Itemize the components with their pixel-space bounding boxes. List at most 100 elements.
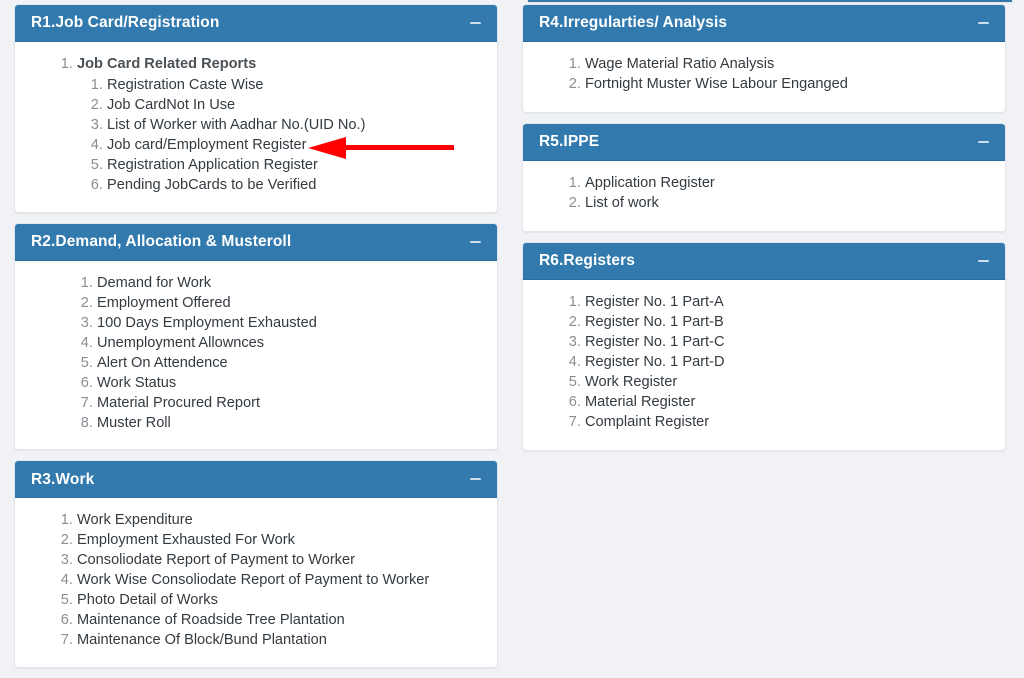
report-item-label: Work Register xyxy=(585,374,678,390)
panel-r2: R2.Demand, Allocation & Musteroll Demand … xyxy=(14,222,498,451)
report-list-item[interactable]: Register No. 1 Part-C xyxy=(585,332,991,352)
report-item-label: Work Expenditure xyxy=(77,512,193,529)
panel-body-r3: Work Expenditure Employment Exhausted For… xyxy=(15,498,497,667)
report-list-item[interactable]: Maintenance Of Block/Bund Plantation xyxy=(77,630,483,650)
report-item-label: Alert On Attendence xyxy=(97,354,228,371)
report-list-item[interactable]: Register No. 1 Part-B xyxy=(585,312,991,332)
panel-body-r5: Application Register List of work xyxy=(523,161,1005,231)
left-column: R1.Job Card/Registration Job Card Related… xyxy=(14,4,498,678)
right-column: R4.Irregularties/ Analysis Wage Material … xyxy=(522,4,1006,678)
minus-icon-bar xyxy=(977,22,989,24)
panel-r1: R1.Job Card/Registration Job Card Related… xyxy=(14,4,498,213)
minus-icon[interactable] xyxy=(467,234,483,250)
report-item-label: Muster Roll xyxy=(97,414,171,431)
report-item-label: Employment Offered xyxy=(97,294,231,311)
report-item-label: Material Procured Report xyxy=(97,394,261,411)
report-list-item[interactable]: List of work xyxy=(585,193,991,213)
minus-icon-bar xyxy=(977,260,989,262)
report-list-item[interactable]: Unemployment Allownces xyxy=(97,333,483,353)
panel-title: R3.Work xyxy=(31,470,95,488)
report-list-item[interactable]: Material Register xyxy=(585,392,991,412)
report-item-label: Work Status xyxy=(97,374,177,391)
panel-header-r4[interactable]: R4.Irregularties/ Analysis xyxy=(523,5,1005,42)
report-item-label: Complaint Register xyxy=(585,414,710,430)
report-list-item[interactable]: 100 Days Employment Exhausted xyxy=(97,313,483,333)
report-list-item[interactable]: Maintenance of Roadside Tree Plantation xyxy=(77,610,483,630)
report-list-item[interactable]: Application Register xyxy=(585,173,991,193)
report-list-item[interactable]: Complaint Register xyxy=(585,412,991,432)
minus-icon-bar xyxy=(469,240,481,243)
panel-header-r3[interactable]: R3.Work xyxy=(15,461,497,499)
report-item-label: 100 Days Employment Exhausted xyxy=(97,314,317,331)
sub-report-list: Registration Caste Wise Job CardNot In Us… xyxy=(77,75,483,195)
panel-header-r5[interactable]: R5.IPPE xyxy=(523,124,1005,161)
report-item-label: Fortnight Muster Wise Labour Enganged xyxy=(585,76,848,92)
report-list-item[interactable]: Employment Offered xyxy=(97,293,483,313)
report-list-item[interactable]: Demand for Work xyxy=(97,273,483,293)
report-list: Demand for Work Employment Offered 100 Day… xyxy=(29,273,483,433)
panel-columns: R1.Job Card/Registration Job Card Related… xyxy=(0,0,1024,678)
report-list-item[interactable]: Work Register xyxy=(585,372,991,392)
panel-body-r1: Job Card Related Reports Registration Cas… xyxy=(15,42,497,212)
report-item-label: Wage Material Ratio Analysis xyxy=(585,56,775,72)
report-list-item[interactable]: Work Wise Consoliodate Report of Payment… xyxy=(77,570,483,590)
report-item-label: Register No. 1 Part-C xyxy=(585,334,725,350)
minus-icon[interactable] xyxy=(975,15,991,31)
report-item-label: Employment Exhausted For Work xyxy=(77,532,295,549)
minus-icon[interactable] xyxy=(975,134,991,150)
panel-r3: R3.Work Work Expenditure Employment Exhaus… xyxy=(14,460,498,668)
report-list-item[interactable]: Work Expenditure xyxy=(77,510,483,530)
report-list-item[interactable]: Consoliodate Report of Payment to Worker xyxy=(77,550,483,570)
report-item-label: Unemployment Allownces xyxy=(97,334,265,351)
minus-icon[interactable] xyxy=(467,471,483,487)
report-list: Wage Material Ratio Analysis Fortnight Mu… xyxy=(537,54,991,94)
panel-header-r1[interactable]: R1.Job Card/Registration xyxy=(15,5,497,42)
panel-r6: R6.RegistersRegister No. 1 Part-ARegiste… xyxy=(522,242,1006,451)
panel-r4: R4.Irregularties/ Analysis Wage Material … xyxy=(522,4,1006,113)
report-item-label: Photo Detail of Works xyxy=(77,592,218,609)
report-list-item[interactable]: Registration Application Register xyxy=(107,155,483,175)
panel-body-r2: Demand for Work Employment Offered 100 Day… xyxy=(15,260,497,450)
panel-title: R1.Job Card/Registration xyxy=(31,14,220,32)
report-list-item[interactable]: Fortnight Muster Wise Labour Enganged xyxy=(585,74,991,94)
report-list-item[interactable]: Register No. 1 Part-D xyxy=(585,352,991,372)
report-item-label: Pending JobCards to be Verified xyxy=(107,177,317,193)
report-list-item[interactable]: Job CardNot In Use xyxy=(107,95,483,115)
minus-icon[interactable] xyxy=(467,15,483,31)
report-list-item[interactable]: List of Worker with Aadhar No.(UID No.) xyxy=(107,115,483,135)
report-list-item[interactable]: Alert On Attendence xyxy=(97,353,483,373)
report-item-label: Registration Application Register xyxy=(107,157,318,173)
panel-title: R4.Irregularties/ Analysis xyxy=(539,14,728,32)
panel-body-r4: Wage Material Ratio Analysis Fortnight Mu… xyxy=(523,42,1005,112)
panel-header-r2[interactable]: R2.Demand, Allocation & Musteroll xyxy=(15,223,497,261)
report-item-label: Maintenance of Roadside Tree Plantation xyxy=(77,612,345,629)
report-item-label: Register No. 1 Part-B xyxy=(585,314,724,330)
report-list-item[interactable]: Job card/Employment Register xyxy=(107,135,483,155)
report-list-item[interactable]: Registration Caste Wise xyxy=(107,75,483,95)
panel-body-r6: Register No. 1 Part-A Register No. 1 Part… xyxy=(523,280,1005,450)
panel-r5: R5.IPPE Application Register List of work xyxy=(522,123,1006,232)
report-list-item[interactable]: Employment Exhausted For Work xyxy=(77,530,483,550)
report-list-item[interactable]: Pending JobCards to be Verified xyxy=(107,175,483,195)
minus-icon-bar xyxy=(977,141,989,143)
report-list-item[interactable]: Material Procured Report xyxy=(97,393,483,413)
report-item-label: Demand for Work xyxy=(97,274,212,291)
report-list: Register No. 1 Part-A Register No. 1 Part… xyxy=(537,292,991,432)
report-list-item[interactable]: Job Card Related Reports Registration Cas… xyxy=(77,54,483,195)
report-item-label: Application Register xyxy=(585,175,715,191)
minus-icon-bar xyxy=(469,22,481,24)
report-list-item[interactable]: Register No. 1 Part-A xyxy=(585,292,991,312)
report-list-item[interactable]: Photo Detail of Works xyxy=(77,590,483,610)
minus-icon[interactable] xyxy=(975,253,991,269)
minus-icon-bar xyxy=(469,478,481,481)
report-item-label: Work Wise Consoliodate Report of Payment… xyxy=(77,572,430,589)
report-list: Job Card Related Reports Registration Cas… xyxy=(29,54,483,195)
report-item-label: List of work xyxy=(585,195,659,211)
report-list-item[interactable]: Work Status xyxy=(97,373,483,393)
report-list-item[interactable]: Wage Material Ratio Analysis xyxy=(585,54,991,74)
report-item-label: Job Card Related Reports xyxy=(77,56,257,72)
panel-header-r6[interactable]: R6.Registers xyxy=(523,243,1005,280)
report-item-label: Material Register xyxy=(585,394,696,410)
report-list-item[interactable]: Muster Roll xyxy=(97,413,483,433)
panel-title: R2.Demand, Allocation & Musteroll xyxy=(31,232,292,250)
